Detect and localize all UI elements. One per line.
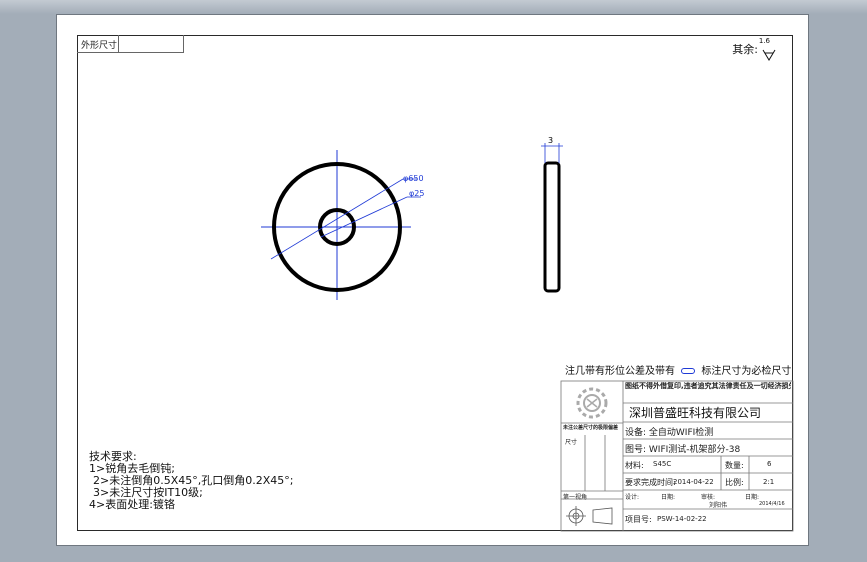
- projection-label: 第一视角: [563, 494, 588, 501]
- side-profile: [543, 161, 561, 293]
- material-label: 材料:: [625, 461, 644, 470]
- device-name: 设备: 全自动WIFI检测: [625, 428, 714, 438]
- side-view: 3: [541, 136, 563, 293]
- due-label: 要求完成时间:: [625, 478, 676, 487]
- inner-diameter-dimension: φ25: [409, 189, 424, 198]
- front-view: φ650 φ25: [261, 150, 424, 300]
- date-label: 日期:: [661, 494, 676, 501]
- thickness-dimension: 3: [548, 136, 553, 145]
- technical-requirements: 技术要求: 1>锐角去毛倒钝; 2>未注倒角0.5X45°,孔口倒角0.2X45…: [89, 451, 293, 511]
- title-block-header-note: 图纸不得外借复印,违者追究其法律责任及一切经济损失: [625, 382, 791, 390]
- tech-item-4: 4>表面处理:镀铬: [89, 498, 175, 511]
- tolerance-table-header: 尺寸: [565, 439, 578, 446]
- project-label: 项目号:: [625, 515, 652, 524]
- inspection-note: 注几带有形位公差及带有 标注尺寸为必检尺寸: [565, 362, 791, 377]
- drawing-number: 图号: WIFI测试-机架部分-38: [625, 445, 741, 455]
- outer-diameter-dimension: φ650: [403, 174, 424, 183]
- note-text-a: 注几带有形位公差及带有: [565, 366, 675, 377]
- company-name: 深圳普盛旺科技有限公司: [629, 406, 762, 420]
- projection-symbol-icon: [566, 506, 613, 526]
- sign-date: 2014/4/16: [759, 501, 785, 507]
- tolerance-table-title: 未注公差尺寸的极限偏差: [563, 425, 619, 431]
- quantity-value: 6: [767, 460, 772, 468]
- note-text-b: 标注尺寸为必检尺寸: [701, 366, 792, 377]
- project-value: PSW-14-02-22: [657, 515, 707, 523]
- date-label-2: 日期:: [745, 494, 760, 501]
- material-value: S45C: [653, 460, 672, 468]
- window-background: [0, 0, 867, 14]
- inspection-mark-icon: [681, 368, 696, 374]
- signer-name: 刘阳伟: [709, 502, 728, 509]
- drawing-sheet: 外形尺寸 其余: 1.6 φ650 φ25 3 注几带有形位公差及带有 标注尺寸…: [56, 14, 809, 546]
- designer-label: 设计:: [625, 494, 640, 501]
- scale-label: 比例:: [725, 478, 744, 487]
- due-value: 2014-04-22: [673, 478, 714, 486]
- company-logo-icon: [576, 387, 608, 419]
- quantity-label: 数量:: [725, 461, 744, 470]
- scale-value: 2:1: [763, 478, 775, 486]
